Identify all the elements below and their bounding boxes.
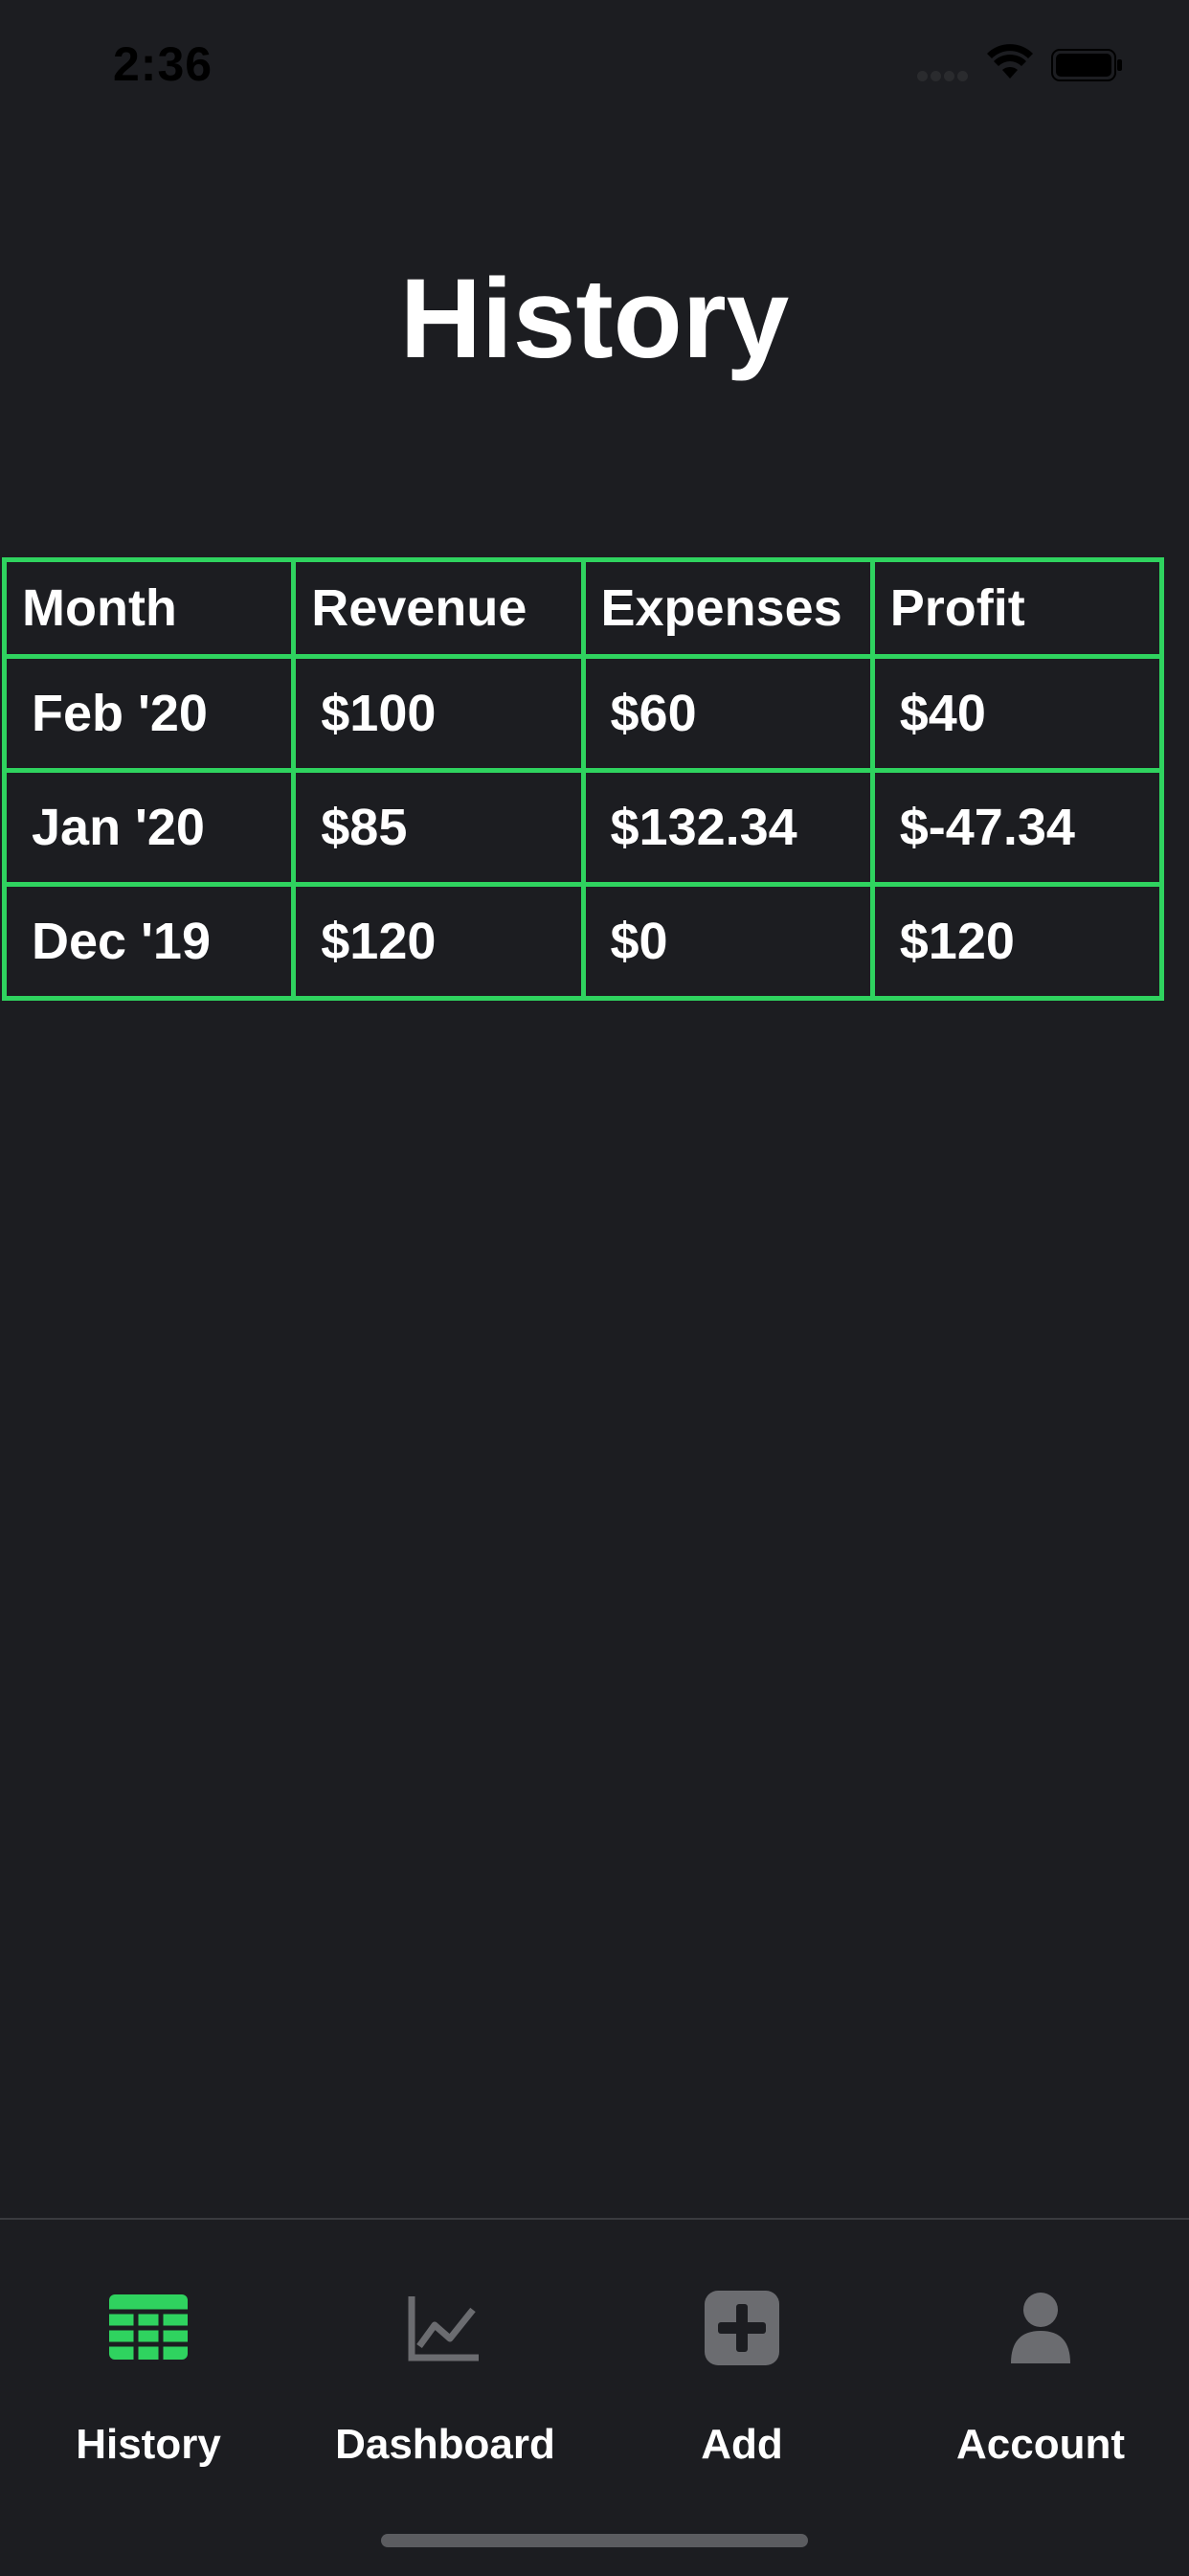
page-title: History <box>399 256 790 382</box>
cell-month: Dec '19 <box>1 882 297 1001</box>
history-table: Month Revenue Expenses Profit Feb '20 $1… <box>1 557 1165 1001</box>
tab-dashboard[interactable]: Dashboard <box>297 2220 594 2507</box>
cell-expenses: $0 <box>580 882 875 1001</box>
tab-bar: History Dashboard Add Account <box>0 2218 1189 2576</box>
user-icon <box>1011 2293 1070 2363</box>
status-time: 2:36 <box>113 37 213 91</box>
cell-profit: $120 <box>869 882 1165 1001</box>
cell-month: Feb '20 <box>1 654 297 773</box>
cell-expenses: $60 <box>580 654 875 773</box>
cell-expenses: $132.34 <box>580 768 875 887</box>
table-grid-icon <box>109 2294 188 2360</box>
line-chart-icon <box>408 2296 479 2361</box>
tab-add[interactable]: Add <box>594 2220 890 2507</box>
wifi-icon <box>987 44 1033 79</box>
home-indicator <box>381 2534 808 2547</box>
tab-history[interactable]: History <box>0 2220 297 2507</box>
table-row: Feb '20 $100 $60 $40 <box>1 654 1165 773</box>
battery-icon <box>1051 49 1122 81</box>
column-header-expenses: Expenses <box>580 557 875 659</box>
table-header-row: Month Revenue Expenses Profit <box>1 557 1165 659</box>
tab-label-add: Add <box>701 2421 783 2468</box>
tab-account[interactable]: Account <box>892 2220 1189 2507</box>
column-header-revenue: Revenue <box>291 557 586 659</box>
cellular-signal-icon <box>917 69 975 82</box>
cell-profit: $-47.34 <box>869 768 1165 887</box>
cell-revenue: $100 <box>291 654 586 773</box>
plus-square-icon <box>705 2291 779 2365</box>
cell-month: Jan '20 <box>1 768 297 887</box>
column-header-month: Month <box>1 557 297 659</box>
tab-label-dashboard: Dashboard <box>335 2421 555 2468</box>
tab-label-history: History <box>76 2421 221 2468</box>
column-header-profit: Profit <box>869 557 1165 659</box>
cell-revenue: $120 <box>291 882 586 1001</box>
table-row: Dec '19 $120 $0 $120 <box>1 882 1165 1001</box>
cell-revenue: $85 <box>291 768 586 887</box>
cell-profit: $40 <box>869 654 1165 773</box>
table-row: Jan '20 $85 $132.34 $-47.34 <box>1 768 1165 887</box>
tab-label-account: Account <box>956 2421 1125 2468</box>
status-bar: 2:36 <box>0 0 1189 124</box>
